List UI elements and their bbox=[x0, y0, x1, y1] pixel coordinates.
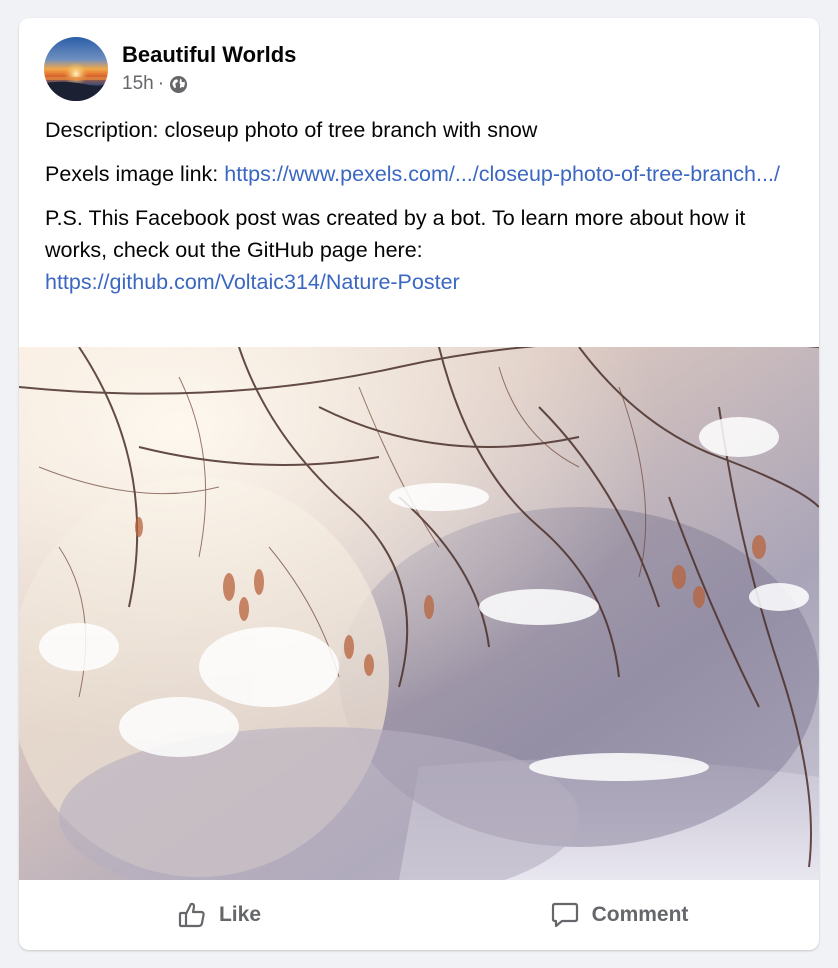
comment-label: Comment bbox=[591, 903, 689, 926]
comment-button[interactable]: Comment bbox=[419, 880, 819, 950]
post-body: Description: closeup photo of tree branc… bbox=[45, 114, 790, 310]
post-description: Description: closeup photo of tree branc… bbox=[45, 118, 538, 142]
thumbs-up-icon bbox=[177, 900, 207, 930]
like-label: Like bbox=[218, 903, 262, 926]
meta-separator: · bbox=[157, 73, 165, 94]
page-name[interactable]: Beautiful Worlds bbox=[122, 42, 296, 68]
post-timestamp[interactable]: 15h bbox=[122, 73, 154, 95]
post-header: Beautiful Worlds 15h · bbox=[44, 37, 784, 101]
comment-bubble-icon bbox=[550, 900, 580, 930]
github-link[interactable]: https://github.com/Voltaic314/Nature-Pos… bbox=[45, 270, 460, 294]
post-card: Beautiful Worlds 15h · Description: clos… bbox=[19, 18, 819, 950]
pexels-line: Pexels image link: https://www.pexels.co… bbox=[45, 158, 790, 190]
ps-text: P.S. This Facebook post was created by a… bbox=[45, 206, 746, 262]
post-meta: 15h · bbox=[122, 73, 188, 95]
post-photo[interactable] bbox=[19, 347, 819, 880]
post-actions: Like Comment bbox=[19, 880, 819, 950]
globe-icon[interactable] bbox=[169, 75, 188, 94]
ps-paragraph: P.S. This Facebook post was created by a… bbox=[45, 202, 790, 298]
pexels-link[interactable]: https://www.pexels.com/.../closeup-photo… bbox=[224, 162, 780, 186]
page-avatar[interactable] bbox=[44, 37, 108, 101]
like-button[interactable]: Like bbox=[19, 880, 419, 950]
pexels-label: Pexels image link: bbox=[45, 162, 225, 186]
